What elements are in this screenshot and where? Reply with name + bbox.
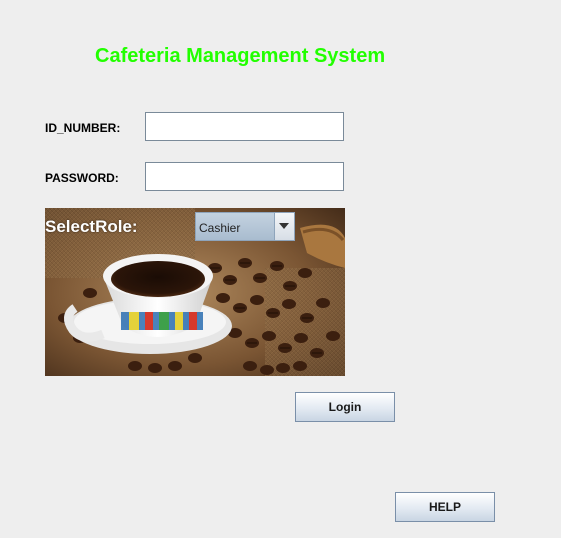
- app-title: Cafeteria Management System: [95, 45, 386, 67]
- chevron-down-icon: [279, 223, 289, 229]
- select-role-label: SelectRole:: [45, 217, 138, 236]
- help-button[interactable]: HELP: [395, 492, 495, 522]
- id-number-label: ID_NUMBER:: [45, 121, 121, 135]
- role-dropdown-value: Cashier: [199, 221, 241, 235]
- role-dropdown-arrow[interactable]: [274, 213, 294, 240]
- login-button[interactable]: Login: [295, 392, 395, 422]
- coffee-image-panel: SelectRole: Cashier: [45, 208, 345, 376]
- role-dropdown[interactable]: Cashier: [195, 212, 295, 241]
- id-number-input[interactable]: [145, 112, 344, 141]
- password-label: PASSWORD:: [45, 171, 119, 185]
- password-input[interactable]: [145, 162, 344, 191]
